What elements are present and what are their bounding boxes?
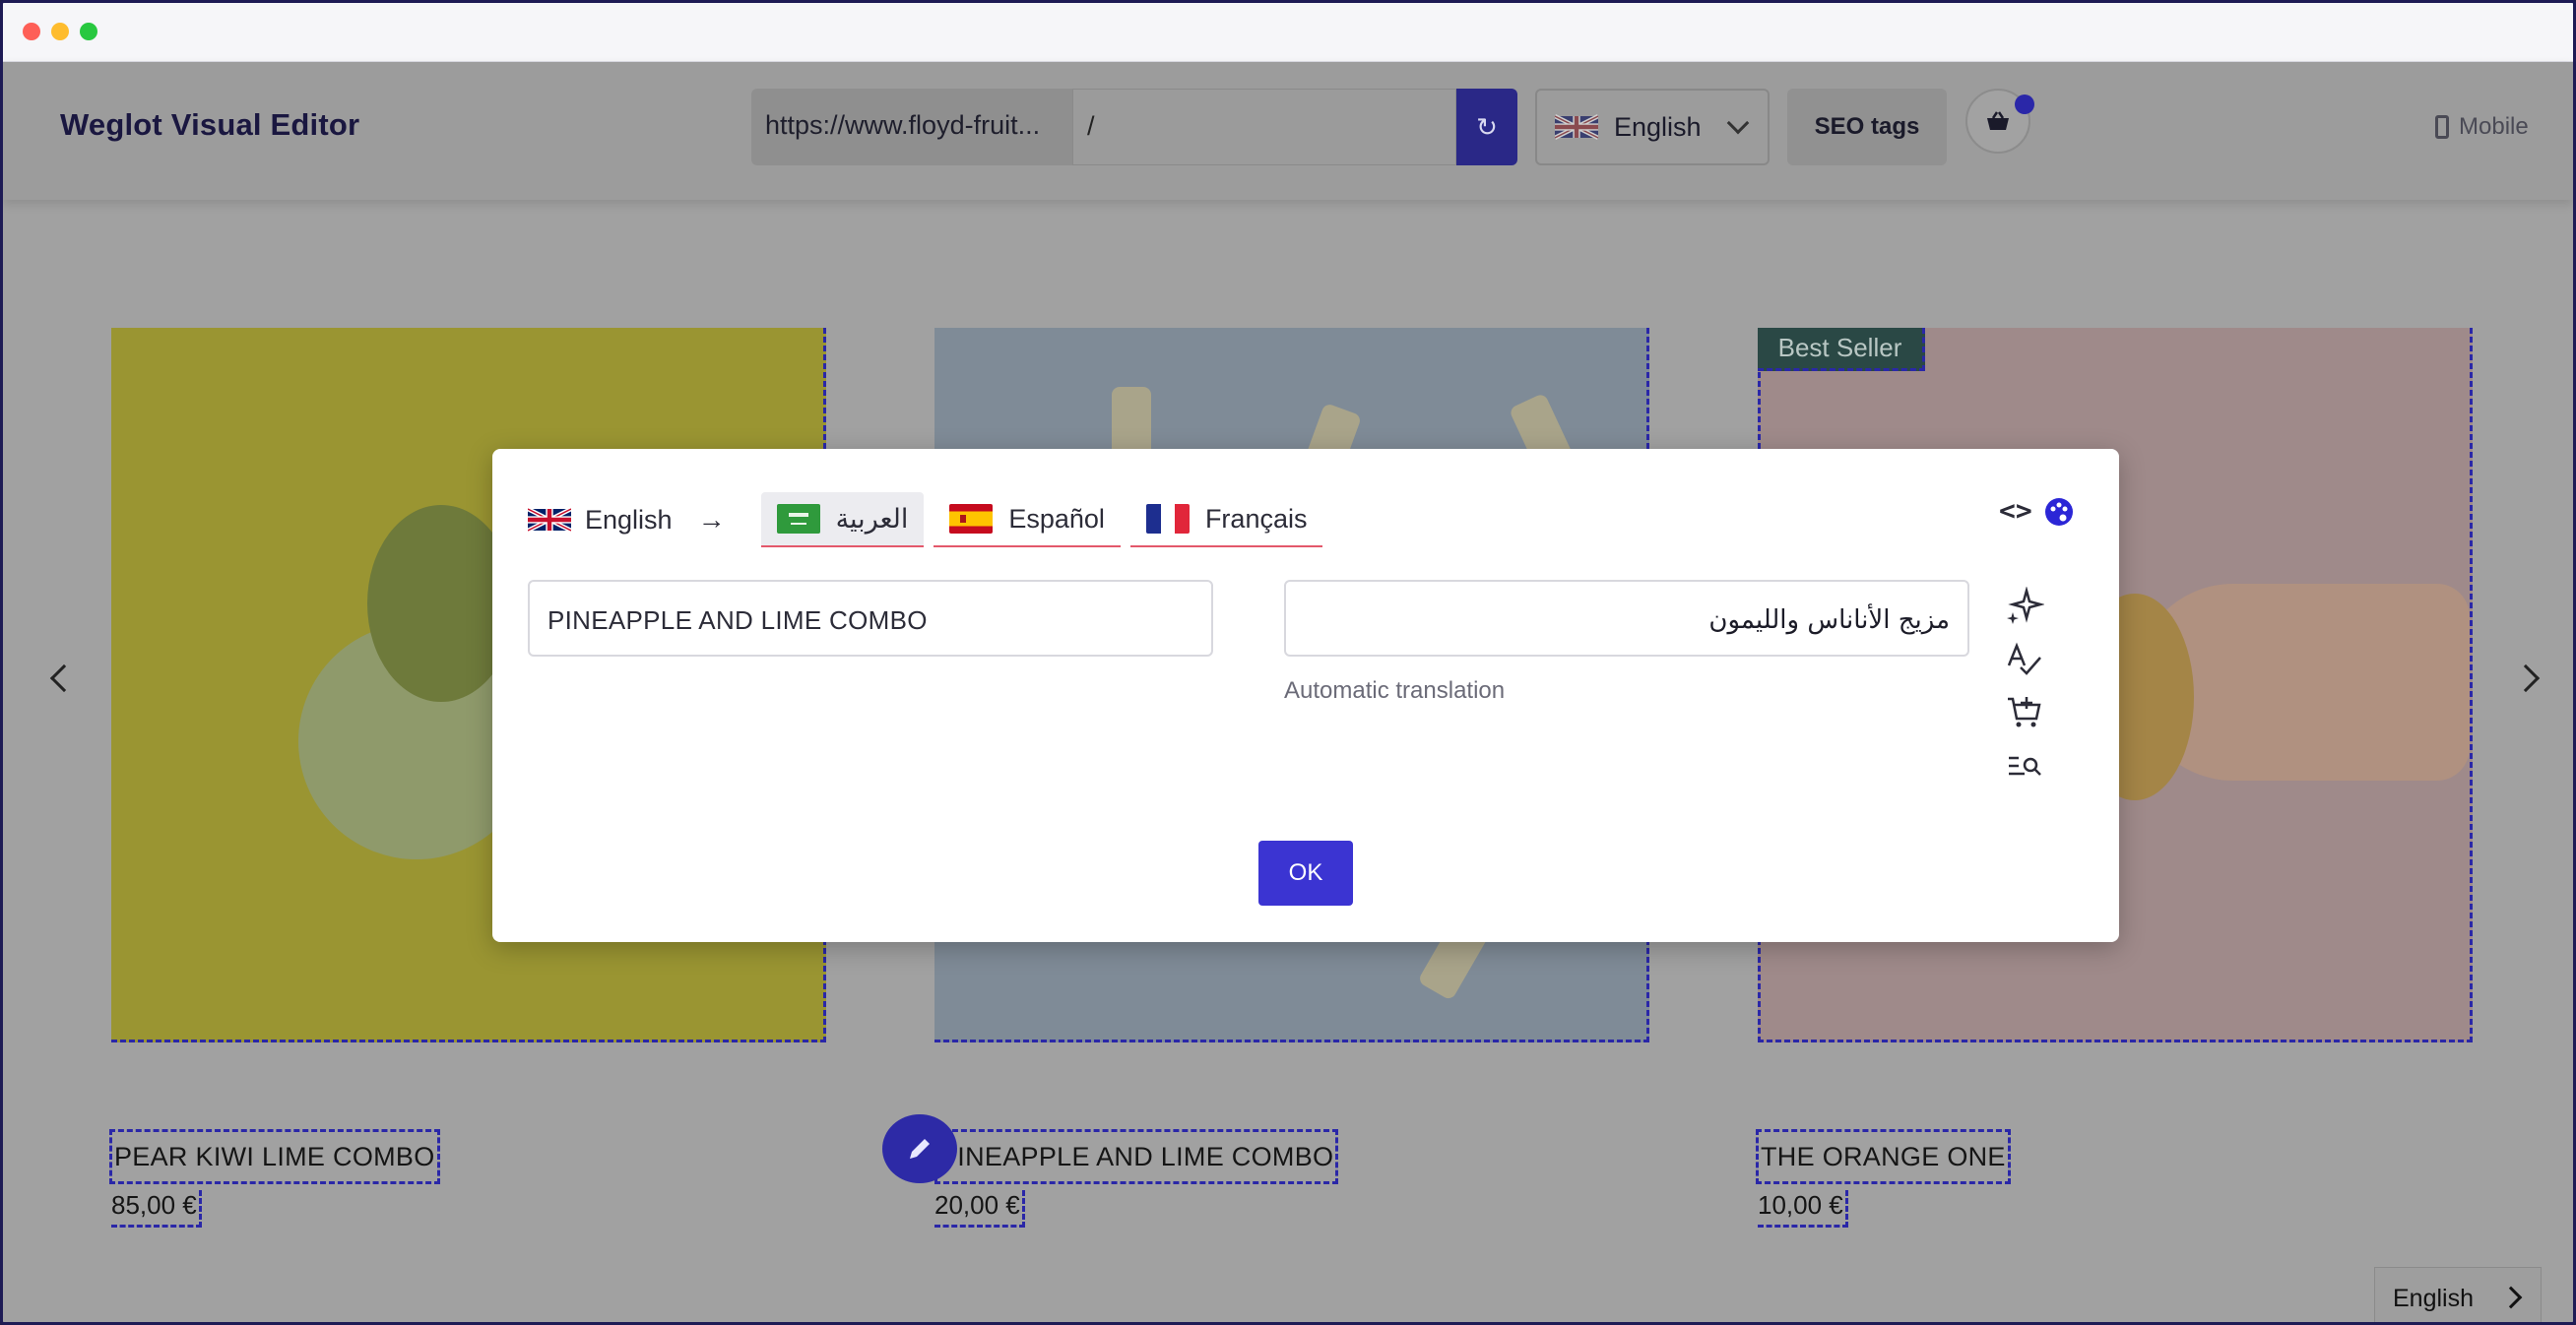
tab-arabic[interactable]: العربية: [760, 492, 925, 547]
saudi-flag-icon: [776, 504, 820, 534]
sparkles-icon[interactable]: [2003, 585, 2046, 628]
uk-flag-icon: [528, 505, 571, 535]
ok-button[interactable]: OK: [1258, 841, 1353, 906]
site-url-display: https://www.floyd-fruit...: [751, 89, 1072, 165]
title-bar: [3, 3, 2573, 62]
language-select-label: English: [1614, 111, 1702, 142]
product-title[interactable]: PEAR KIWI LIME COMBO: [109, 1129, 440, 1184]
carousel-next-icon[interactable]: [2511, 663, 2541, 693]
edit-translation-button[interactable]: [882, 1114, 957, 1183]
tab-spanish-label: Español: [1008, 503, 1105, 534]
basket-icon: [1987, 111, 2009, 130]
spain-flag-icon: [949, 504, 994, 534]
product-title[interactable]: THE ORANGE ONE: [1756, 1129, 2011, 1184]
automatic-translation-note: Automatic translation: [1284, 677, 1506, 704]
add-to-cart-icon[interactable]: [2003, 691, 2046, 734]
chevron-right-icon: [2499, 1286, 2523, 1309]
arrow-right-icon: →: [697, 504, 726, 535]
minimize-window-button[interactable]: [51, 23, 69, 40]
mobile-label: Mobile: [2459, 113, 2529, 140]
close-window-button[interactable]: [23, 23, 40, 40]
refresh-icon: ↻: [1476, 111, 1498, 142]
mobile-preview-toggle[interactable]: Mobile: [2435, 113, 2529, 141]
code-icon[interactable]: <>: [1999, 494, 2032, 527]
tab-arabic-label: العربية: [835, 503, 909, 534]
best-seller-badge[interactable]: Best Seller: [1758, 328, 1925, 371]
translation-modal: English → العربية Español Français <> PI…: [492, 449, 2119, 942]
product-title[interactable]: PINEAPPLE AND LIME COMBO: [934, 1129, 1339, 1184]
uk-flag-icon: [1555, 112, 1598, 142]
language-select[interactable]: English: [1535, 89, 1770, 165]
seo-tags-button[interactable]: SEO tags: [1787, 89, 1947, 165]
source-language-label: English: [585, 504, 673, 535]
product-price[interactable]: 85,00 €: [111, 1190, 202, 1228]
source-text-field: PINEAPPLE AND LIME COMBO: [528, 580, 1213, 657]
editor-toolbar: Weglot Visual Editor https://www.floyd-f…: [3, 62, 2573, 200]
product-price[interactable]: 20,00 €: [934, 1190, 1025, 1228]
cart-notification-dot: [2015, 95, 2034, 114]
brand-title: Weglot Visual Editor: [60, 107, 360, 142]
app-window: Weglot Visual Editor https://www.floyd-f…: [0, 0, 2576, 1325]
france-flag-icon: [1145, 504, 1190, 534]
search-list-icon[interactable]: [2003, 744, 2046, 788]
source-language: English: [528, 505, 673, 536]
tab-french-label: Français: [1204, 503, 1308, 534]
translation-input[interactable]: مزيج الأناناس والليمون: [1284, 580, 1969, 657]
product-price[interactable]: 10,00 €: [1758, 1190, 1848, 1228]
page-path-input[interactable]: /: [1072, 89, 1456, 165]
site-language-switcher[interactable]: English: [2374, 1267, 2542, 1322]
chevron-down-icon: [1726, 111, 1750, 135]
language-row: English → العربية Español Français: [528, 492, 1332, 547]
refresh-button[interactable]: ↻: [1456, 89, 1517, 165]
pencil-icon: [910, 1139, 930, 1159]
maximize-window-button[interactable]: [80, 23, 97, 40]
palette-icon[interactable]: [2044, 497, 2074, 527]
tab-french[interactable]: Français: [1129, 492, 1323, 547]
tab-spanish[interactable]: Español: [934, 492, 1121, 547]
site-language-label: English: [2393, 1284, 2474, 1312]
spellcheck-icon[interactable]: [2003, 638, 2046, 681]
phone-icon: [2435, 115, 2449, 139]
carousel-prev-icon[interactable]: [49, 663, 79, 693]
translation-tools: [2003, 585, 2050, 797]
